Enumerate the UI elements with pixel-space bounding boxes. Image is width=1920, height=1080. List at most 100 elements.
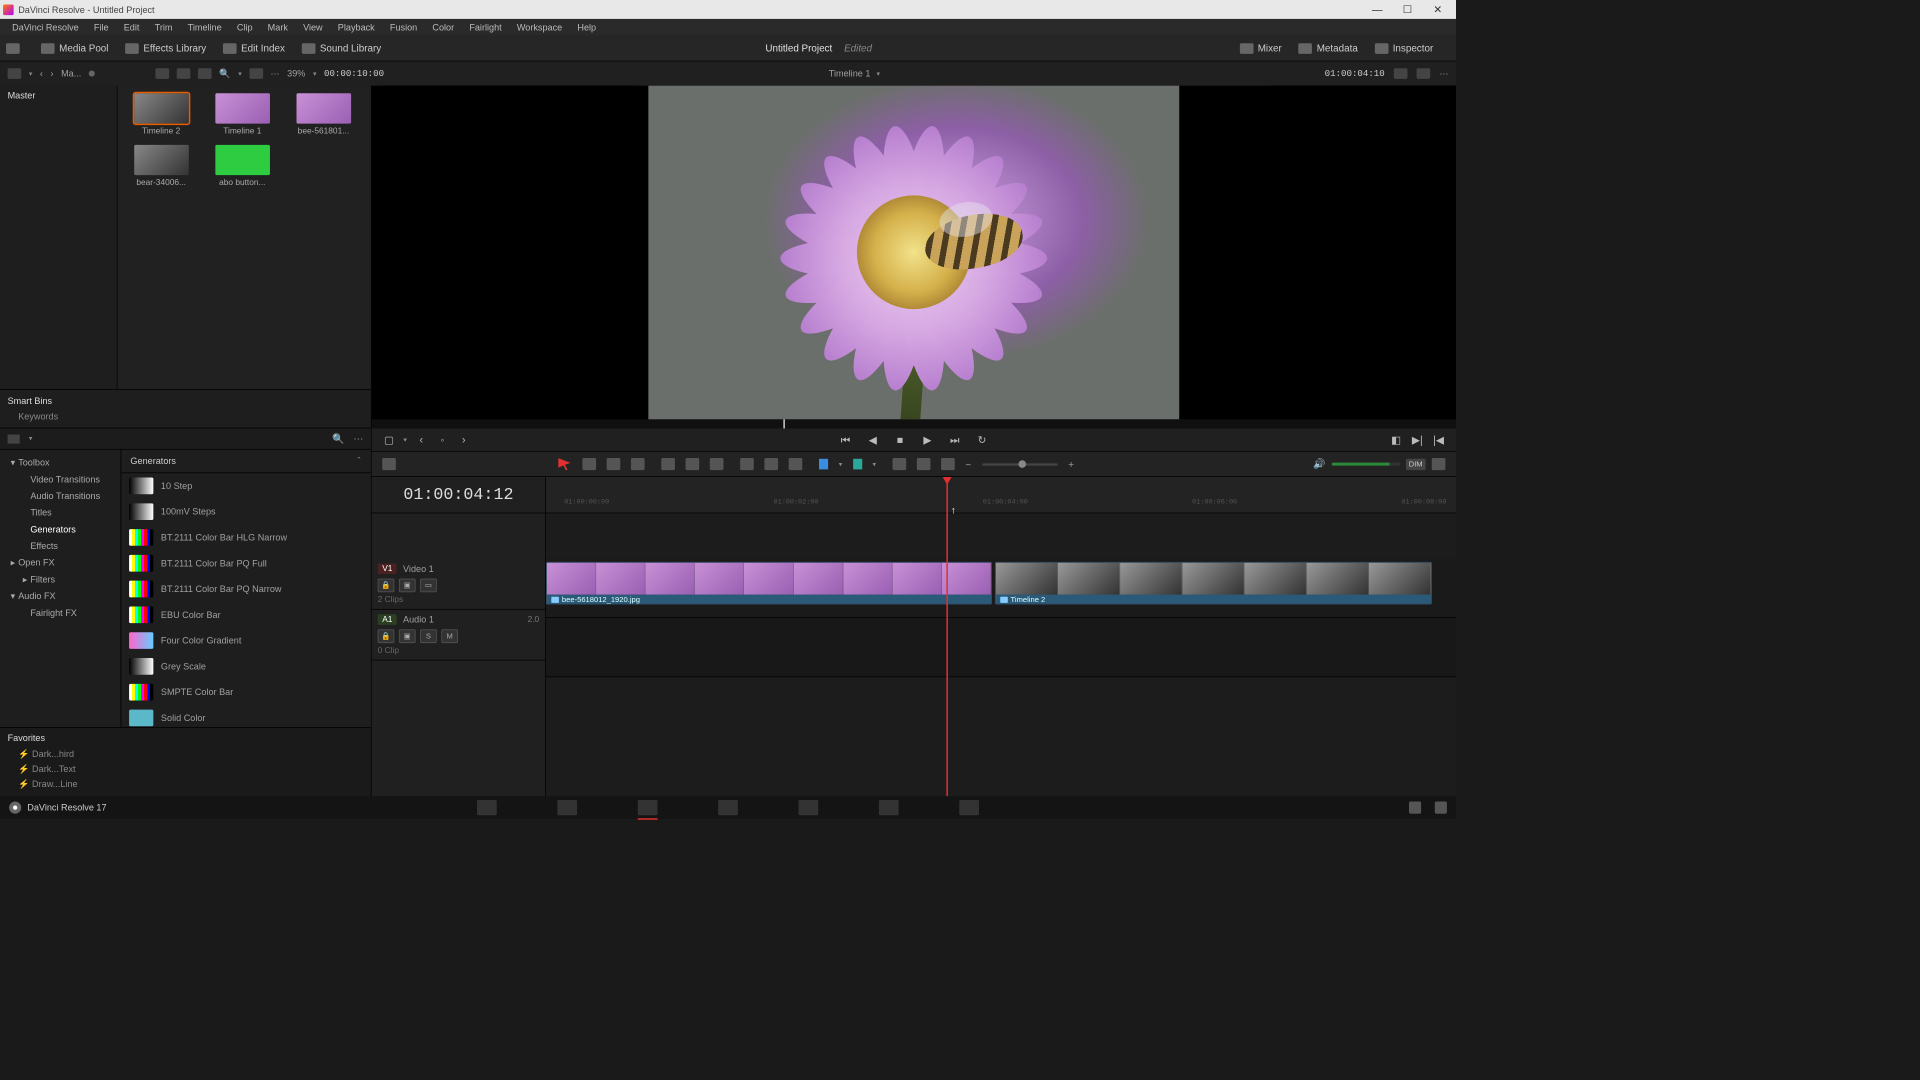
dynamic-trim-icon[interactable] (607, 458, 621, 470)
bypass-icon[interactable] (1394, 68, 1408, 79)
blade-tool-icon[interactable] (631, 458, 645, 470)
trim-tool-icon[interactable] (582, 458, 596, 470)
media-pool-toggle[interactable]: Media Pool (41, 42, 109, 53)
zoom-in-button[interactable]: + (1068, 458, 1074, 469)
insert-clip-icon[interactable] (661, 458, 675, 470)
minimize-button[interactable]: — (1362, 2, 1392, 17)
stop-button[interactable]: ■ (893, 434, 907, 446)
view-list-icon[interactable] (198, 68, 212, 79)
mixer-toggle[interactable]: Mixer (1240, 42, 1282, 53)
a1-badge[interactable]: A1 (378, 614, 397, 625)
next-clip-icon[interactable]: › (457, 434, 471, 446)
timeline-view-icon[interactable] (382, 458, 396, 470)
menu-item[interactable]: DaVinci Resolve (12, 22, 79, 33)
search-icon[interactable]: 🔍 (219, 68, 230, 79)
home-icon[interactable] (1409, 802, 1421, 814)
zoom-slider[interactable] (982, 463, 1058, 465)
menu-item[interactable]: Timeline (188, 22, 222, 33)
fx-item[interactable]: Grey Scale (121, 654, 370, 680)
v1-badge[interactable]: V1 (378, 563, 397, 574)
menu-item[interactable]: Trim (155, 22, 173, 33)
zoom-percent[interactable]: 39% (287, 68, 305, 79)
playhead-icon[interactable]: ◦ (436, 434, 450, 446)
mute-button[interactable]: M (441, 629, 458, 643)
menu-item[interactable]: File (94, 22, 109, 33)
fx-tree-node[interactable]: Fairlight FX (3, 604, 118, 621)
speaker-icon[interactable]: 🔊 (1313, 458, 1325, 470)
media-clip[interactable]: bee-561801... (287, 93, 359, 135)
breadcrumb[interactable]: Ma... (61, 68, 81, 79)
lock-track-button[interactable]: 🔒 (378, 629, 395, 643)
viewer[interactable] (372, 86, 1456, 420)
monitor-icon[interactable] (1432, 458, 1446, 470)
menu-item[interactable]: View (303, 22, 323, 33)
fx-tree-node[interactable]: Audio Transitions (3, 488, 118, 505)
fx-tree-node[interactable]: ▸Filters (3, 571, 118, 588)
chevron-up-icon[interactable]: ⌃ (356, 456, 362, 467)
cut-page-button[interactable] (557, 800, 577, 815)
menu-item[interactable]: Fairlight (469, 22, 501, 33)
bin-layout-icon[interactable] (8, 68, 22, 79)
lock-track-button[interactable]: 🔒 (378, 579, 395, 593)
clip-timeline2[interactable]: Timeline 2 (995, 562, 1432, 604)
single-viewer-icon[interactable] (1417, 68, 1431, 79)
media-clip[interactable]: Timeline 2 (125, 93, 197, 135)
deliver-page-button[interactable] (959, 800, 979, 815)
timeline-timecode[interactable]: 01:00:04:12 (372, 477, 546, 513)
match-frame-icon[interactable]: ▢ (382, 433, 396, 446)
volume-slider[interactable] (1331, 463, 1399, 466)
view-grid-icon[interactable] (177, 68, 191, 79)
inspector-toggle[interactable]: Inspector (1374, 42, 1433, 53)
marker-teal-icon[interactable] (853, 459, 862, 470)
overwrite-clip-icon[interactable] (686, 458, 700, 470)
menu-item[interactable]: Help (577, 22, 596, 33)
prev-clip-icon[interactable]: ‹ (414, 434, 428, 446)
color-page-button[interactable] (799, 800, 819, 815)
mark-in-icon[interactable]: ◧ (1389, 433, 1403, 446)
fx-item[interactable]: EBU Color Bar (121, 602, 370, 628)
lock-icon[interactable] (789, 458, 803, 470)
zoom-out-button[interactable]: − (965, 458, 971, 469)
nav-back-icon[interactable]: ‹ (40, 68, 43, 79)
link-icon[interactable] (764, 458, 778, 470)
scrub-bar[interactable] (372, 419, 1456, 428)
fx-item[interactable]: BT.2111 Color Bar HLG Narrow (121, 525, 370, 551)
view-thumb-icon[interactable] (156, 68, 170, 79)
media-clip[interactable]: Timeline 1 (206, 93, 278, 135)
fx-tree-node[interactable]: ▾Audio FX (3, 588, 118, 605)
menu-item[interactable]: Workspace (517, 22, 562, 33)
media-clip[interactable]: abo button... (206, 145, 278, 187)
sound-library-toggle[interactable]: Sound Library (302, 42, 382, 53)
effects-library-toggle[interactable]: Effects Library (125, 42, 206, 53)
detail-zoom-icon[interactable] (917, 458, 931, 470)
playhead[interactable] (946, 477, 948, 796)
chevron-down-icon[interactable]: ▾ (876, 69, 879, 77)
fx-item[interactable]: Four Color Gradient (121, 628, 370, 654)
fx-item[interactable]: 10 Step (121, 473, 370, 499)
razor-icon[interactable] (740, 458, 754, 470)
sort-icon[interactable] (249, 68, 263, 79)
new-bin-icon[interactable] (6, 43, 24, 54)
fx-tree-node[interactable]: Titles (3, 504, 118, 521)
goto-in-icon[interactable]: ▶| (1411, 433, 1425, 446)
favorite-item[interactable]: ⚡ Draw...Line (8, 777, 364, 792)
menu-item[interactable]: Clip (237, 22, 253, 33)
fx-layout-icon[interactable] (8, 434, 20, 443)
fusion-page-button[interactable] (718, 800, 738, 815)
auto-select-button[interactable]: ▣ (399, 579, 416, 593)
disable-video-button[interactable]: ▭ (420, 579, 437, 593)
solo-button[interactable]: S (420, 629, 437, 643)
loop-button[interactable]: ↻ (975, 433, 989, 446)
menu-item[interactable]: Color (432, 22, 454, 33)
timeline-tracks[interactable]: ↑ 01:00:00:0001:00:02:0001:00:04:0001:00… (546, 477, 1456, 796)
first-frame-button[interactable]: ⏮ (839, 433, 853, 446)
selection-tool-icon[interactable] (558, 458, 572, 470)
maximize-button[interactable]: ☐ (1392, 2, 1422, 17)
settings-icon[interactable] (1435, 802, 1447, 814)
close-button[interactable]: ✕ (1423, 2, 1453, 17)
chevron-down-icon[interactable]: ▾ (29, 69, 32, 77)
nav-fwd-icon[interactable]: › (50, 68, 53, 79)
edit-page-button[interactable] (638, 800, 658, 815)
fx-tree-node[interactable]: ▸Open FX (3, 554, 118, 571)
master-bin[interactable]: Master (8, 90, 110, 101)
